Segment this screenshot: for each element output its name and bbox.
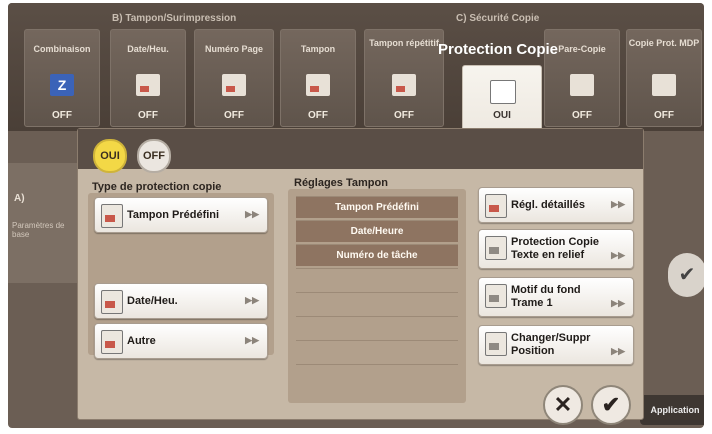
list-item-empty xyxy=(296,292,458,314)
stamp-icon xyxy=(306,74,330,96)
forward-arrow-icon: ▶▶ xyxy=(611,199,625,209)
forward-arrow-icon: ▶▶ xyxy=(611,346,625,356)
list-item-empty xyxy=(296,364,458,386)
section-a-label: A) xyxy=(14,193,25,204)
tab-label: Tampon répétitif xyxy=(369,38,439,48)
button-label-line1: Changer/Suppr xyxy=(511,332,591,344)
tab-copie-prot-mdp[interactable]: Copie Prot. MDP OFF xyxy=(626,29,702,127)
type-section-title: Type de protection copie xyxy=(92,181,222,193)
stamp-settings-list: Tampon Prédéfini Date/Heure Numéro de tâ… xyxy=(296,196,458,396)
changer-position-button[interactable]: Changer/Suppr Position ▶▶ xyxy=(478,325,634,365)
tab-label: Copie Prot. MDP xyxy=(628,38,700,48)
forward-arrow-icon: ▶▶ xyxy=(245,335,259,345)
button-label: Tampon Prédéfini xyxy=(127,209,220,221)
tab-value: OUI xyxy=(493,110,511,121)
tab-value: OFF xyxy=(654,110,674,121)
toggle-off-button[interactable]: OFF xyxy=(137,139,171,173)
tampon-predefini-button[interactable]: Tampon Prédéfini ▶▶ xyxy=(94,197,268,233)
tab-value: OFF xyxy=(52,110,72,121)
button-label-line1: Motif du fond xyxy=(511,284,581,296)
document-protect-icon xyxy=(490,80,516,104)
button-label-line2: Texte en relief xyxy=(511,249,585,261)
list-item-empty xyxy=(296,268,458,290)
tab-tampon[interactable]: Tampon OFF xyxy=(280,29,356,127)
section-a-sub: Paramètres de base xyxy=(12,221,65,239)
button-label-line2: Position xyxy=(511,345,555,357)
background-pattern-icon xyxy=(485,284,507,308)
button-label: Motif du fond Trame 1 xyxy=(511,284,581,310)
button-label: Régl. détaillés xyxy=(511,199,585,211)
basic-settings-strip[interactable]: A) Paramètres de base xyxy=(8,163,80,283)
button-label-line2: Trame 1 xyxy=(511,297,553,309)
password-copy-icon xyxy=(652,74,676,96)
tab-label: Numéro Page xyxy=(204,44,264,54)
checkmark-icon[interactable]: ✔ xyxy=(668,253,704,297)
repeat-stamp-icon xyxy=(392,74,416,96)
tab-label: Tampon xyxy=(300,44,336,54)
ok-icon[interactable]: ✔ xyxy=(591,385,631,425)
toggle-oui-button[interactable]: OUI xyxy=(93,139,127,173)
tab-value: OFF xyxy=(224,110,244,121)
button-label: Changer/Suppr Position xyxy=(511,332,590,358)
group-label-tampon: B) Tampon/Surimpression xyxy=(112,13,237,24)
protection-copie-text-button[interactable]: Protection Copie Texte en relief ▶▶ xyxy=(478,229,634,269)
relief-text-icon xyxy=(485,236,507,260)
forward-arrow-icon: ▶▶ xyxy=(245,209,259,219)
group-label-securite: C) Sécurité Copie xyxy=(456,13,540,24)
forward-arrow-icon: ▶▶ xyxy=(611,250,625,260)
lock-icon xyxy=(570,74,594,96)
date-heure-button[interactable]: Date/Heu. ▶▶ xyxy=(94,283,268,319)
button-label-line1: Protection Copie xyxy=(511,236,600,248)
other-stamp-icon xyxy=(101,330,123,354)
tab-numero-page[interactable]: Numéro Page OFF xyxy=(194,29,274,127)
date-stamp-icon xyxy=(136,74,160,96)
tab-label: Combinaison xyxy=(33,44,91,54)
list-item[interactable]: Date/Heure xyxy=(296,220,458,242)
date-stamp-icon xyxy=(101,290,123,314)
tab-value: OFF xyxy=(572,110,592,121)
tab-combinaison[interactable]: Combinaison Z OFF xyxy=(24,29,100,127)
stamp-icon xyxy=(101,204,123,228)
motif-fond-button[interactable]: Motif du fond Trame 1 ▶▶ xyxy=(478,277,634,317)
tab-date-heure[interactable]: Date/Heu. OFF xyxy=(110,29,186,127)
page-number-icon xyxy=(222,74,246,96)
settings-section-title: Réglages Tampon xyxy=(294,177,388,189)
forward-arrow-icon: ▶▶ xyxy=(611,298,625,308)
function-tab-bar: B) Tampon/Surimpression C) Sécurité Copi… xyxy=(8,3,704,131)
regl-details-button[interactable]: Régl. détaillés ▶▶ xyxy=(478,187,634,223)
button-label: Protection Copie Texte en relief xyxy=(511,236,599,262)
list-item-empty xyxy=(296,340,458,362)
detail-settings-icon xyxy=(485,194,507,218)
tab-value: OFF xyxy=(138,110,158,121)
combination-icon: Z xyxy=(50,74,74,96)
list-item[interactable]: Numéro de tâche xyxy=(296,244,458,266)
dialog-header: OUI OFF xyxy=(78,129,643,173)
cancel-icon[interactable]: ✕ xyxy=(543,385,583,425)
list-item[interactable]: Tampon Prédéfini xyxy=(296,196,458,218)
tab-value: OFF xyxy=(308,110,328,121)
tab-label: Date/Heu. xyxy=(127,44,169,54)
button-label: Autre xyxy=(127,335,156,347)
forward-arrow-icon: ▶▶ xyxy=(245,295,259,305)
protection-copie-dialog: OUI OFF Type de protection copie Tampon … xyxy=(77,128,644,425)
active-tab-title: Protection Copie xyxy=(438,41,559,58)
list-item-empty xyxy=(296,316,458,338)
autre-button[interactable]: Autre ▶▶ xyxy=(94,323,268,359)
button-label: Date/Heu. xyxy=(127,295,178,307)
tab-tampon-repetitif[interactable]: Tampon répétitif OFF xyxy=(364,29,444,127)
application-button[interactable]: Application xyxy=(640,395,704,425)
position-icon xyxy=(485,332,507,356)
tab-value: OFF xyxy=(394,110,414,121)
